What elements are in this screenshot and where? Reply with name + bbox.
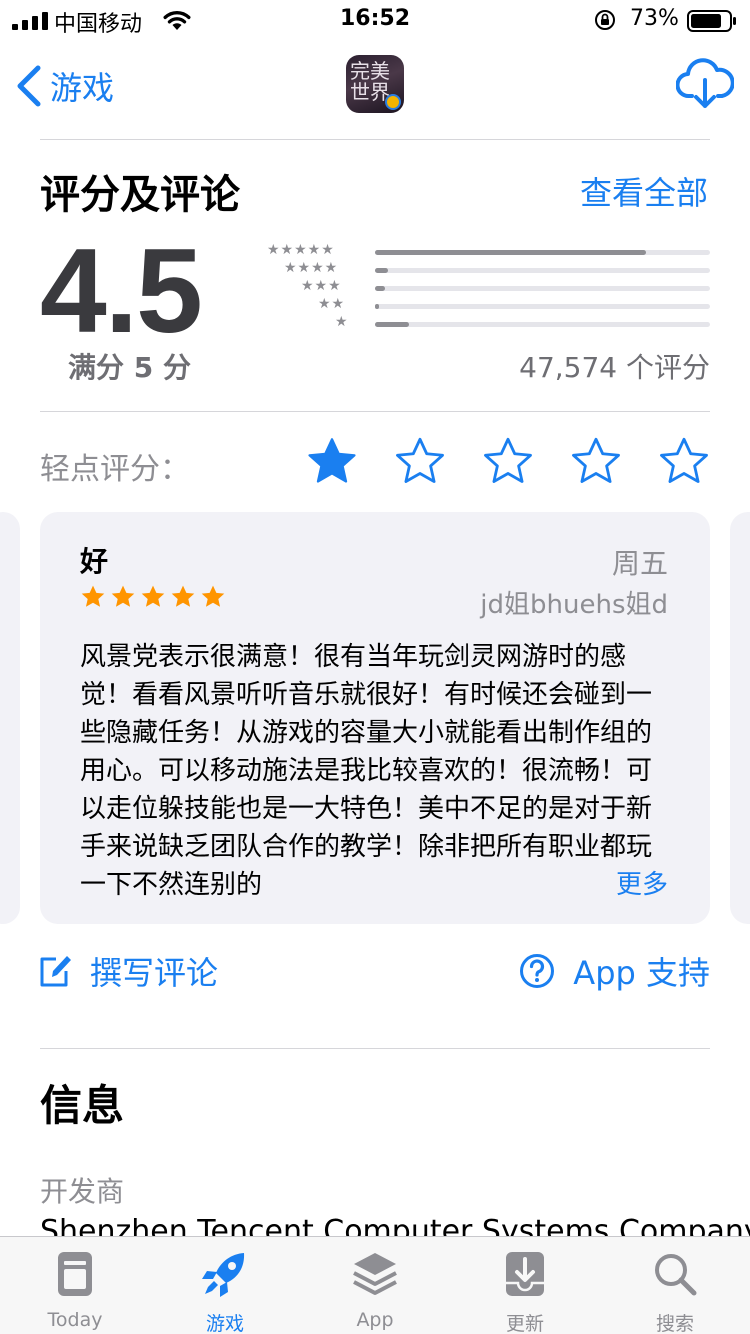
tab-search[interactable]: 搜索 [600,1237,750,1334]
download-tray-icon [506,1252,544,1296]
rate-star-3-icon[interactable] [481,436,535,488]
write-review-button[interactable]: 撰写评论 [38,948,218,994]
review-star-rating [80,584,226,612]
tab-apps[interactable]: App [300,1237,450,1334]
tab-label: 搜索 [655,1313,694,1334]
tab-label: Today [47,1309,103,1331]
app-icon-badge [385,94,401,110]
tab-games[interactable]: 游戏 [150,1237,300,1334]
histogram-bar [375,286,386,291]
chevron-left-icon [17,65,41,107]
divider [40,139,710,140]
review-star-icon [201,585,225,607]
tab-today[interactable]: Today [0,1237,150,1334]
rating-count: 47,574 个评分 [519,351,710,384]
histogram-stars-icon: ★ [335,314,349,330]
histogram-row-4-star: ★★★★ [264,260,710,277]
write-review-label: 撰写评论 [90,954,219,992]
review-star-icon [171,585,195,607]
question-circle-icon [520,954,555,988]
histogram-stars-icon: ★★★ [301,278,342,294]
app-icon-logo-text: 完美 世界 [350,59,390,104]
review-more-link[interactable]: 更多 [585,866,668,904]
histogram-track [375,322,710,327]
rocket-icon [202,1253,245,1297]
tab-label: 游戏 [205,1313,244,1334]
rate-star-4-icon[interactable] [569,436,623,488]
today-icon [58,1252,92,1296]
review-title: 好 [80,545,109,578]
histogram-stars-icon: ★★★★ [284,260,339,276]
rating-out-of: 满分 5 分 [68,351,191,384]
review-star-icon [141,585,165,607]
average-rating: 4.5 [40,224,203,358]
navigation-bar: 游戏 完美 世界 [0,40,750,130]
histogram-bar [375,322,409,327]
battery-percentage: 73% [630,6,679,31]
rate-star-1-icon[interactable] [305,436,359,488]
rate-star-5-icon[interactable] [657,436,711,488]
layers-icon [353,1253,397,1295]
battery-icon [687,10,736,32]
review-author: jd姐bhuehs姐d [480,590,668,620]
back-label: 游戏 [50,69,115,107]
next-review-card[interactable] [730,512,750,924]
see-all-link[interactable]: 查看全部 [580,168,708,214]
histogram-row-5-star: ★★★★★ [264,242,710,259]
histogram-row-3-star: ★★★ [264,278,710,295]
app-icon: 完美 世界 [346,55,404,113]
ratings-section-title: 评分及评论 [40,172,240,218]
previous-review-card[interactable] [0,512,20,924]
app-support-label: App 支持 [573,954,710,992]
histogram-track [375,304,710,309]
developer-label: 开发商 [40,1175,125,1208]
histogram-track [375,268,710,273]
review-body: 风景党表示很满意！很有当年玩剑灵网游时的感觉！看看风景听听音乐就很好！有时候还会… [80,642,653,900]
histogram-bar [375,250,647,255]
review-star-icon [81,585,105,607]
histogram-stars-icon: ★★ [318,296,346,312]
divider [40,411,710,412]
review-star-icon [111,585,135,607]
tab-bar: Today 游戏 App 更新 搜索 [0,1236,750,1334]
rate-star-2-icon[interactable] [393,436,447,488]
app-support-button[interactable]: App 支持 [519,948,710,994]
tap-to-rate-label: 轻点评分： [40,452,190,487]
tab-label: 更新 [505,1313,544,1334]
tab-label: App [356,1309,394,1331]
histogram-bar [375,304,379,309]
tab-updates[interactable]: 更新 [450,1237,600,1334]
histogram-stars-icon: ★★★★★ [267,242,335,258]
review-card[interactable]: 好 周五 jd姐bhuehs姐d 风景党表示很满意！很有当年玩剑灵网游时的感觉！… [40,512,710,924]
histogram-track [375,250,710,255]
back-button[interactable]: 游戏 [14,64,114,108]
compose-icon [40,956,71,987]
info-section-title: 信息 [40,1081,125,1130]
divider [40,1048,710,1049]
orientation-lock-icon [595,10,615,30]
cloud-download-icon[interactable] [676,58,734,110]
search-icon [655,1254,697,1296]
review-date: 周五 [611,547,668,580]
status-bar: 中国移动 16:52 73% [0,0,750,40]
histogram-row-2-star: ★★ [264,296,710,313]
histogram-bar [375,268,389,273]
histogram-track [375,286,710,291]
histogram-row-1-star: ★ [264,314,710,331]
